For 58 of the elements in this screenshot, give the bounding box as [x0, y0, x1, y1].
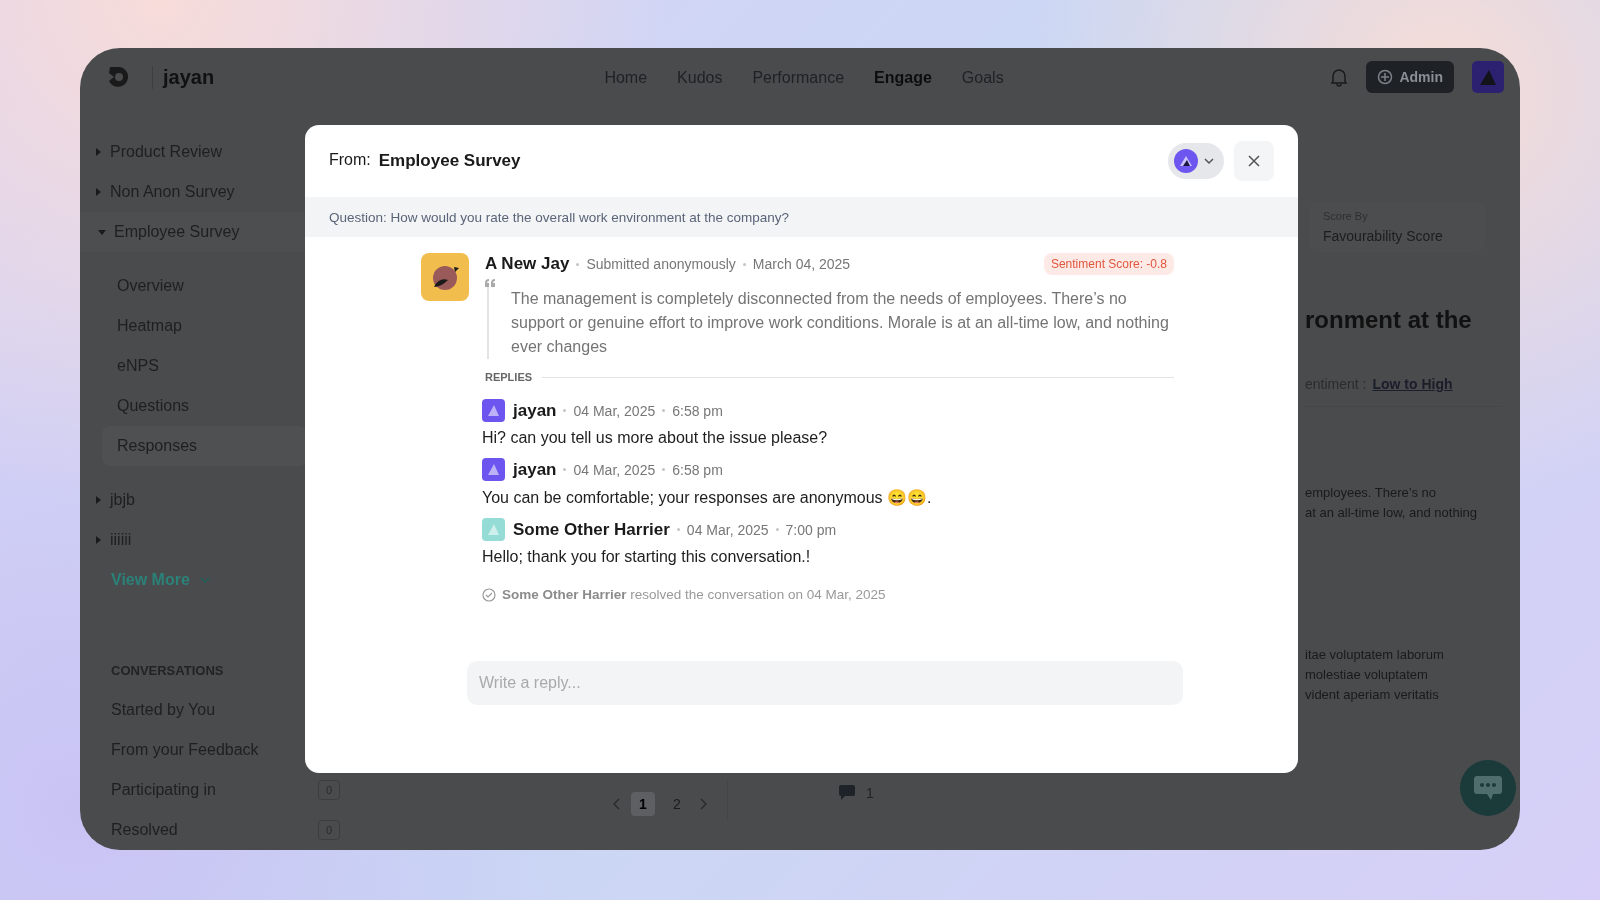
- separator-dot: [662, 409, 666, 412]
- section-heading: REPLIES: [485, 371, 533, 383]
- chat-button[interactable]: [1460, 760, 1516, 816]
- next-page-icon[interactable]: [699, 798, 707, 810]
- response-meta: Submitted anonymously: [586, 256, 736, 272]
- reply-date: 04 Mar, 2025: [573, 402, 656, 419]
- question-text: Question: How would you rate the overall work environment at the company?: [305, 197, 1298, 237]
- chevron-down-icon: [199, 576, 210, 584]
- separator-dot: [576, 262, 580, 266]
- separator-dot: [742, 262, 746, 266]
- page-button[interactable]: 1: [631, 792, 655, 816]
- nav-link[interactable]: Engage: [874, 69, 932, 87]
- caret-icon: [94, 148, 102, 156]
- sentiment-badge: Sentiment Score: -0.8: [1043, 253, 1174, 275]
- event-text: Some Other Harrier resolved the conversation on 04 Mar, 2025: [502, 587, 886, 602]
- reply-time: 6:58 pm: [672, 402, 723, 419]
- author-name: Some Other Harrier: [513, 519, 670, 540]
- close-icon: [1248, 155, 1260, 167]
- avatar: [421, 253, 469, 301]
- separator-dot: [563, 409, 567, 412]
- reply-date: 04 Mar, 2025: [573, 461, 656, 478]
- from-label: From:: [329, 151, 371, 170]
- reply-text: Hi? can you tell us more about the issue please?: [482, 429, 829, 447]
- bell-icon[interactable]: [1330, 67, 1349, 87]
- separator-dot: [676, 528, 680, 531]
- author-name: jayan: [513, 400, 557, 421]
- separator-dot: [775, 528, 779, 531]
- plus-circle-icon: [1377, 69, 1394, 85]
- chevron-down-icon: [1204, 157, 1214, 165]
- comment-icon[interactable]: [838, 784, 856, 801]
- close-button[interactable]: [1234, 141, 1274, 181]
- reply-time: 7:00 pm: [785, 521, 837, 538]
- reply-text: Hello; thank you for starting this conversation.!: [482, 548, 812, 566]
- reply-date: 04 Mar, 2025: [686, 521, 769, 538]
- reply-text: You can be comfortable; your responses are anonymous 😄😄.: [482, 488, 933, 507]
- reply-time: 6:58 pm: [672, 461, 723, 478]
- avatar: [1174, 149, 1198, 173]
- survey-name: Employee Survey: [378, 151, 521, 171]
- participant-dropdown[interactable]: [1168, 143, 1224, 179]
- caret-icon: [94, 188, 102, 196]
- caret-icon: [94, 536, 102, 544]
- separator-dot: [662, 468, 666, 471]
- check-circle-icon: [482, 587, 496, 602]
- previous-page-icon[interactable]: [613, 798, 621, 810]
- caret-icon: [94, 496, 102, 504]
- chat-icon: [1473, 775, 1503, 801]
- admin-button[interactable]: Admin: [1366, 61, 1454, 93]
- quote-icon: [485, 279, 495, 287]
- reply-input[interactable]: Write a reply...: [467, 661, 1183, 705]
- caret-icon: [98, 228, 106, 236]
- author-name: A New Jay: [485, 254, 570, 274]
- question-heading: ronment at the: [1305, 306, 1473, 334]
- author-name: jayan: [513, 459, 557, 480]
- separator-dot: [563, 468, 567, 471]
- app-name: jayan: [152, 65, 215, 89]
- user-avatar[interactable]: [1472, 61, 1504, 93]
- response-text: The management is completely disconnected from the needs of employees. There’s no support or genuine effort to improve work conditions. Morale is at an all-time low, and nothing ever changes: [511, 289, 1170, 357]
- response-meta: March 04, 2025: [752, 256, 851, 272]
